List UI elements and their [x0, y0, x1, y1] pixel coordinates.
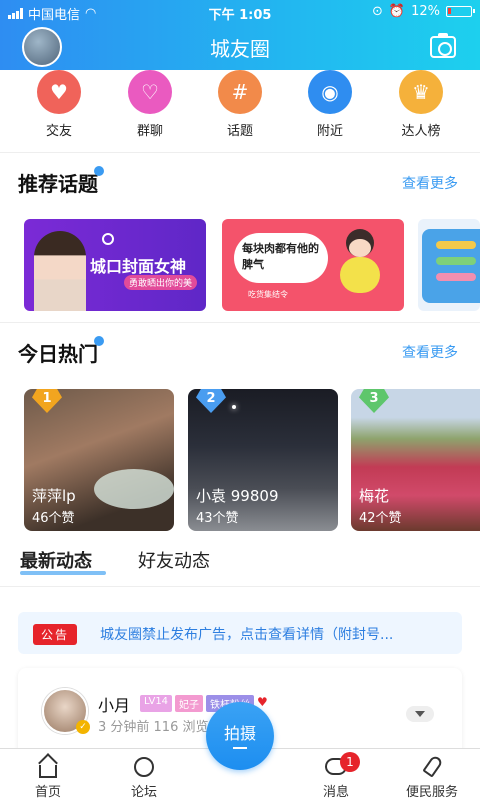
- divider: [0, 152, 480, 153]
- battery-percent: 12%: [411, 4, 440, 19]
- street-light: [232, 405, 236, 409]
- active-tab-indicator: [20, 571, 106, 575]
- topic-main-text: 每块肉都有他的脾气: [242, 242, 319, 271]
- crown-icon: ♛: [399, 70, 443, 114]
- rank-badge: 1: [32, 389, 62, 413]
- hashtag-icon: #: [218, 70, 262, 114]
- category-label: 附近: [316, 124, 343, 139]
- battery-icon: [446, 6, 475, 17]
- hot-name: 萍萍lp: [32, 487, 76, 505]
- notice-text: 城友圈禁止发布广告，点击查看详情（附封号...: [100, 627, 394, 643]
- forum-icon: [131, 755, 157, 779]
- tab-home[interactable]: 首页: [0, 749, 96, 800]
- shoot-line: [233, 747, 247, 749]
- category-label: 群聊: [136, 124, 163, 139]
- heartbeat-icon: ♡: [128, 70, 172, 114]
- section-title-topics: 推荐话题: [18, 172, 98, 196]
- notice-badge: 公告: [33, 624, 78, 645]
- photo-detail: [94, 469, 174, 509]
- divider: [0, 586, 480, 587]
- notice-bar[interactable]: 公告 城友圈禁止发布广告，点击查看详情（附封号...: [18, 612, 462, 654]
- sun-icon: [102, 233, 114, 245]
- tab-label: 便民服务: [405, 785, 458, 800]
- verified-icon: ✓: [76, 720, 90, 734]
- app-header: 中国电信 ◠ 下午 1:05 ⊙ ⏰ 12% 城友圈: [0, 0, 480, 70]
- category-group-chat[interactable]: ♡ 群聊: [115, 70, 185, 139]
- post-username[interactable]: 小月: [98, 692, 130, 716]
- post-meta: 3 分钟前 116 浏览: [98, 720, 209, 735]
- topic-card-goddess[interactable]: 城口封面女神 勇敢晒出你的美: [24, 219, 206, 311]
- message-count-badge: 1: [340, 752, 360, 772]
- rank-badge: 3: [359, 389, 389, 413]
- tab-latest[interactable]: 最新动态: [20, 547, 92, 573]
- camera-icon[interactable]: [430, 33, 456, 58]
- tab-friends[interactable]: 好友动态: [138, 547, 210, 573]
- hot-name: 梅花: [359, 487, 390, 505]
- hot-name: 小袁 99809: [196, 487, 279, 505]
- page-title: 城友圈: [210, 37, 270, 61]
- hot-more-link[interactable]: 查看更多: [402, 342, 458, 362]
- category-make-friends[interactable]: ♥ 交友: [24, 70, 94, 139]
- cartoon-figure: [340, 229, 380, 309]
- person-photo: [34, 231, 86, 311]
- hot-card[interactable]: 3 梅花 42个赞: [351, 389, 480, 531]
- topics-more-link[interactable]: 查看更多: [402, 173, 458, 193]
- topic-sub-text: 勇敢晒出你的美: [124, 275, 198, 290]
- home-icon: [35, 753, 61, 779]
- category-row: ♥ 交友 ♡ 群聊 # 话题 ◉ 附近 ♛ 达人榜: [0, 70, 480, 148]
- topic-card-food[interactable]: 每块肉都有他的脾气 吃货集结令: [222, 219, 404, 311]
- rocket-icon: [419, 754, 445, 779]
- section-dot: [94, 166, 104, 176]
- section-title-hot: 今日热门: [18, 342, 98, 366]
- category-topics[interactable]: # 话题: [205, 70, 275, 139]
- tab-forum[interactable]: 论坛: [96, 749, 192, 800]
- tab-label: 论坛: [130, 785, 157, 800]
- category-leaderboard[interactable]: ♛ 达人榜: [386, 70, 456, 139]
- category-label: 交友: [45, 124, 72, 139]
- topic-main-text: 城口封面女神: [90, 257, 187, 276]
- alarm-icon: ⏰: [388, 4, 406, 19]
- section-dot: [94, 336, 104, 346]
- hot-card[interactable]: 1 萍萍lp 46个赞: [24, 389, 174, 531]
- hot-likes: 42个赞: [359, 511, 402, 526]
- status-bar: 中国电信 ◠ 下午 1:05 ⊙ ⏰ 12%: [0, 0, 480, 24]
- topic-sub-text: 吃货集结令: [248, 290, 288, 299]
- hot-likes: 46个赞: [32, 511, 75, 526]
- shoot-button[interactable]: 拍摄: [206, 702, 274, 770]
- tab-services[interactable]: 便民服务: [384, 749, 480, 800]
- category-nearby[interactable]: ◉ 附近: [295, 70, 365, 139]
- hot-likes: 43个赞: [196, 511, 239, 526]
- title-tag: 妃子: [175, 695, 204, 712]
- rotation-lock-icon: ⊙: [372, 4, 383, 19]
- heart-icon: ♥: [37, 70, 81, 114]
- divider: [0, 322, 480, 323]
- hot-card[interactable]: 2 小袁 99809 43个赞: [188, 389, 338, 531]
- chat-line: [436, 273, 476, 281]
- tab-label: 首页: [34, 785, 61, 800]
- rank-badge: 2: [196, 389, 226, 413]
- chat-line: [436, 257, 476, 265]
- location-pin-icon: ◉: [308, 70, 352, 114]
- tab-messages[interactable]: 消息: [288, 749, 384, 800]
- category-label: 话题: [226, 124, 253, 139]
- tab-label: 消息: [322, 785, 349, 800]
- level-tag: LV14: [140, 695, 173, 712]
- shoot-label: 拍摄: [223, 724, 256, 743]
- chevron-down-icon[interactable]: [406, 706, 434, 722]
- topic-card-partial[interactable]: [418, 219, 480, 311]
- category-label: 达人榜: [401, 124, 441, 139]
- chat-line: [436, 241, 476, 249]
